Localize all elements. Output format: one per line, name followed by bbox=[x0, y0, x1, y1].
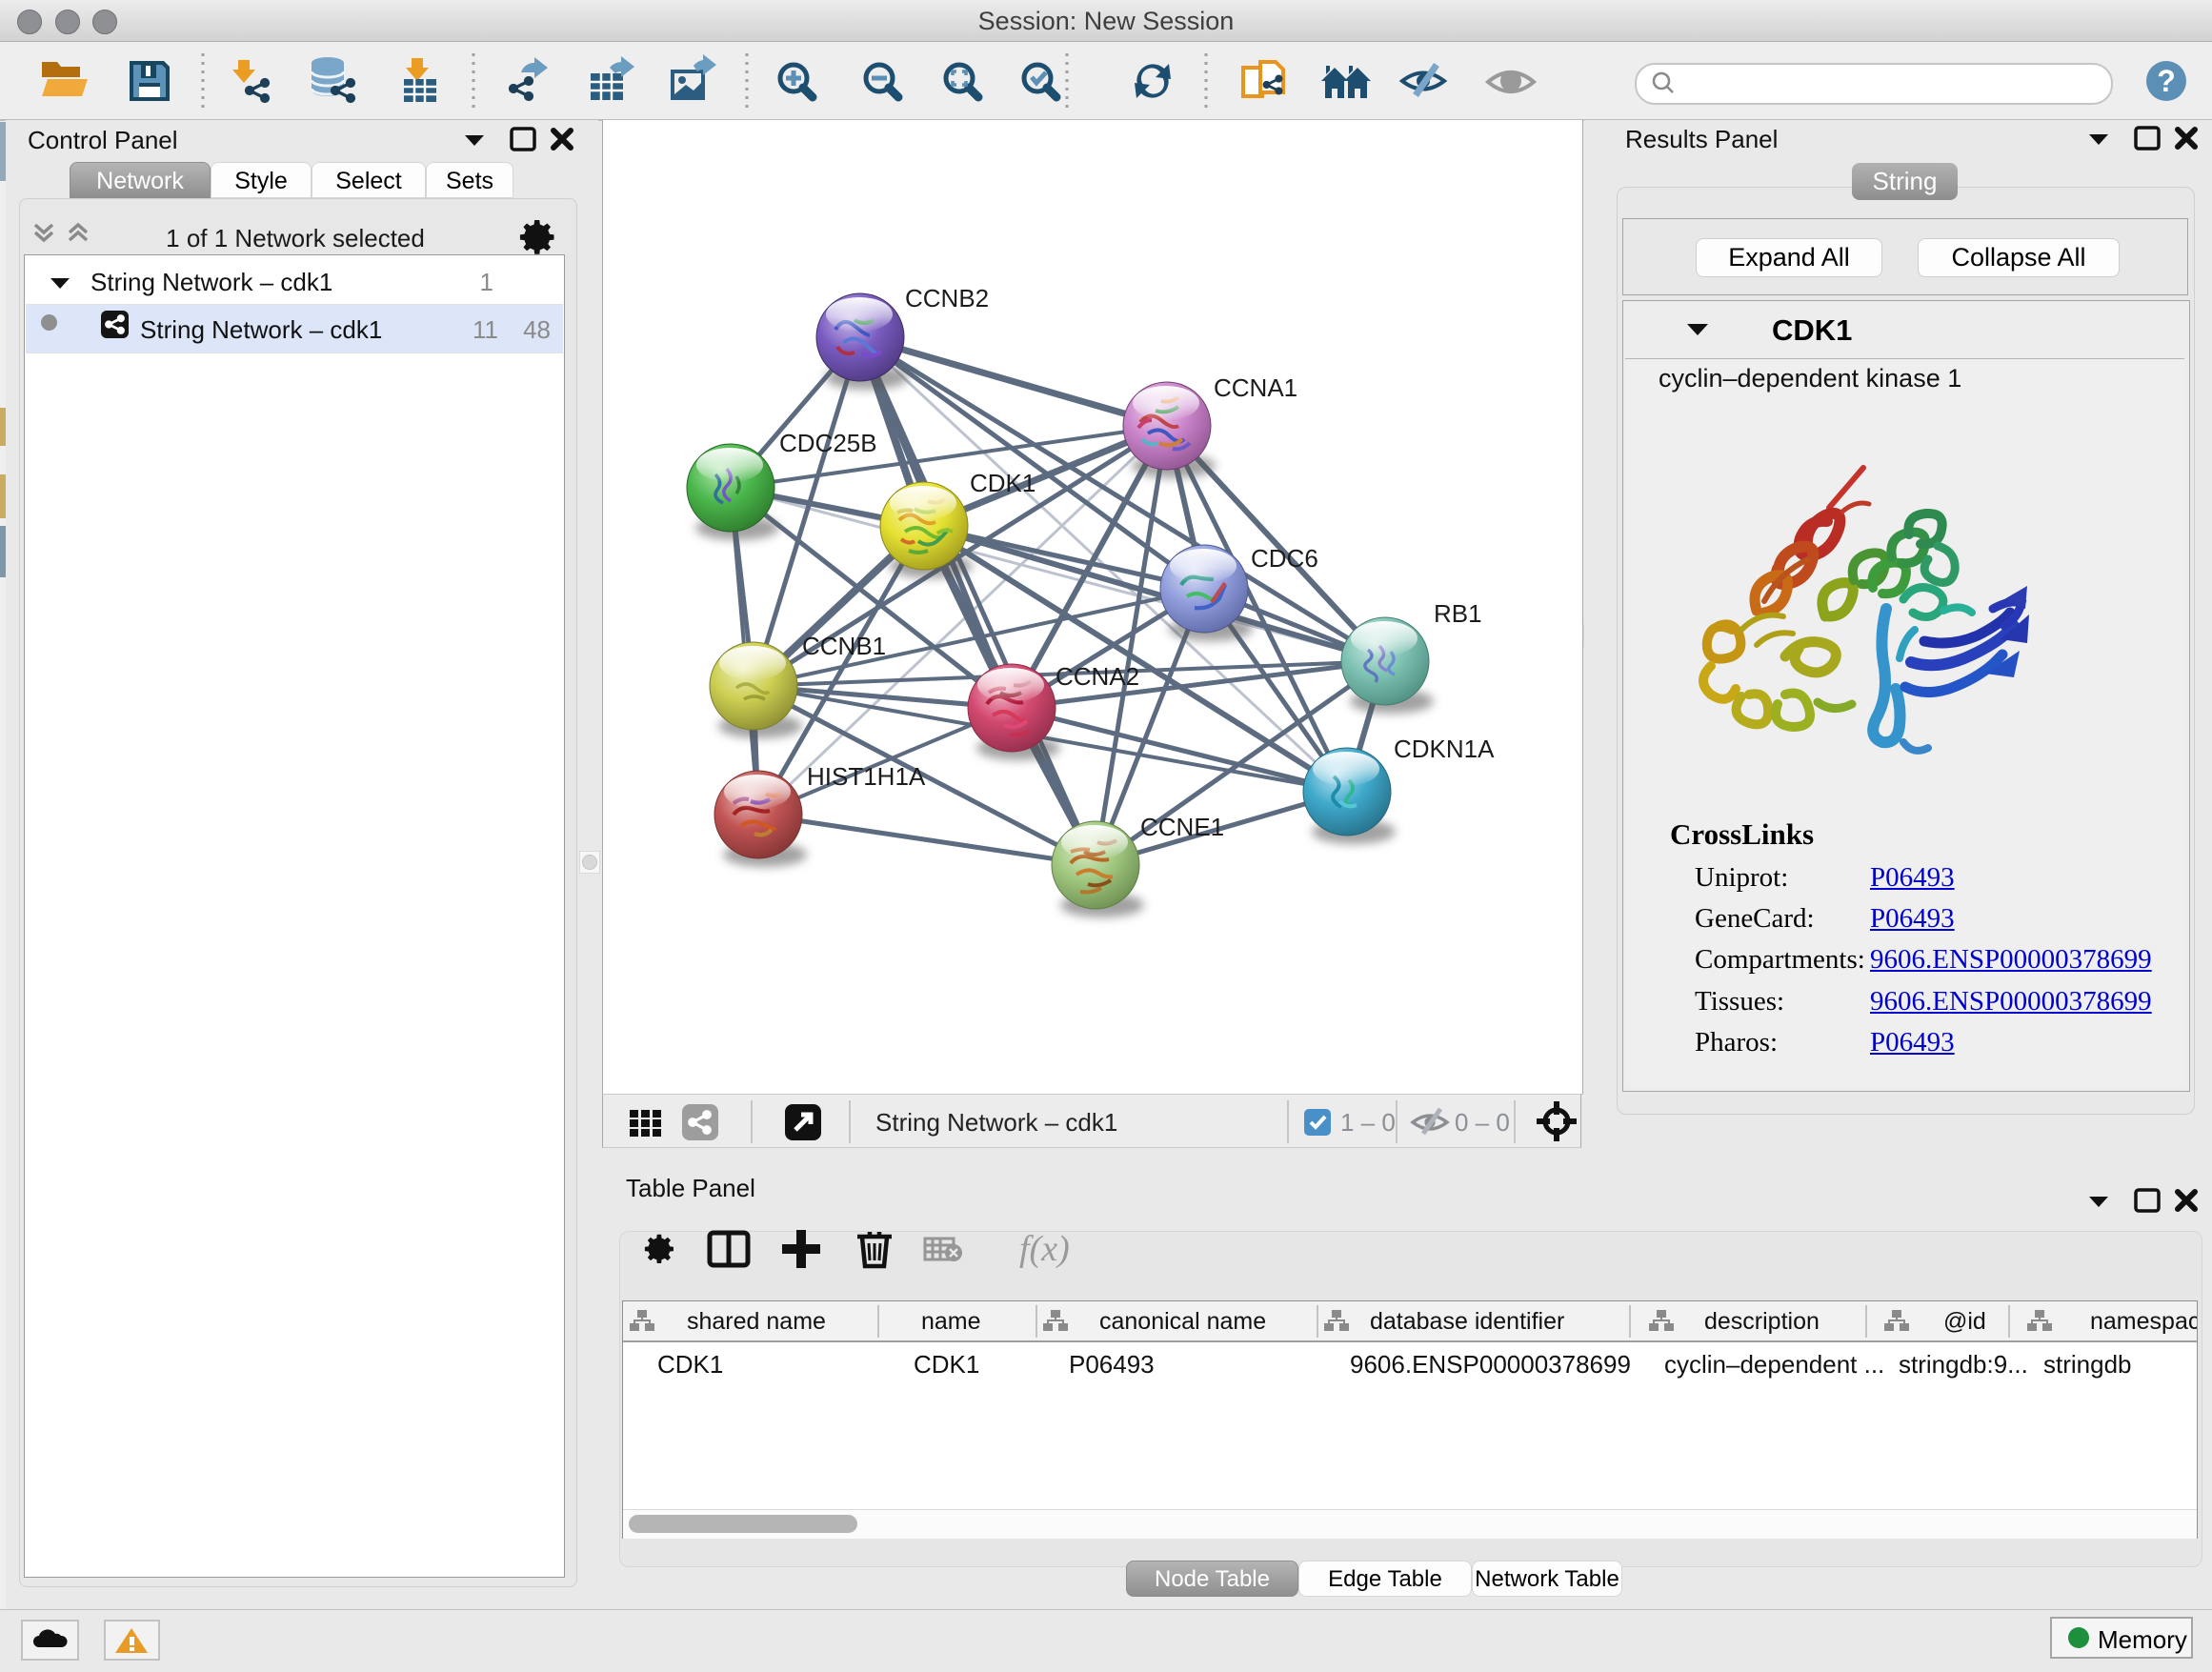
svg-text:CDC25B: CDC25B bbox=[779, 429, 877, 457]
svg-text:?: ? bbox=[2157, 64, 2176, 98]
svg-text:HIST1H1A: HIST1H1A bbox=[807, 762, 926, 791]
svg-text:@id: @id bbox=[1943, 1308, 1986, 1335]
svg-text:CDC6: CDC6 bbox=[1251, 544, 1318, 573]
svg-text:0 – 0: 0 – 0 bbox=[1455, 1108, 1510, 1137]
svg-text:description: description bbox=[1704, 1308, 1820, 1335]
svg-text:f(x): f(x) bbox=[1019, 1229, 1070, 1269]
svg-text:String Network – cdk1: String Network – cdk1 bbox=[875, 1108, 1117, 1137]
svg-text:canonical name: canonical name bbox=[1099, 1308, 1266, 1335]
svg-text:CCNE1: CCNE1 bbox=[1140, 813, 1224, 841]
svg-text:namespace: namespace bbox=[2090, 1308, 2197, 1335]
svg-text:CCNA2: CCNA2 bbox=[1056, 662, 1139, 691]
svg-text:database identifier: database identifier bbox=[1370, 1308, 1564, 1335]
svg-text:1 – 0: 1 – 0 bbox=[1340, 1108, 1396, 1137]
svg-text:CCNB1: CCNB1 bbox=[802, 632, 886, 660]
svg-text:CDK1: CDK1 bbox=[970, 469, 1036, 497]
svg-text:CCNA1: CCNA1 bbox=[1214, 373, 1297, 402]
svg-text:CCNB2: CCNB2 bbox=[905, 284, 989, 312]
svg-text:shared name: shared name bbox=[687, 1308, 826, 1335]
svg-text:name: name bbox=[921, 1308, 981, 1335]
svg-text:RB1: RB1 bbox=[1434, 599, 1482, 628]
svg-text:CDKN1A: CDKN1A bbox=[1394, 735, 1495, 763]
